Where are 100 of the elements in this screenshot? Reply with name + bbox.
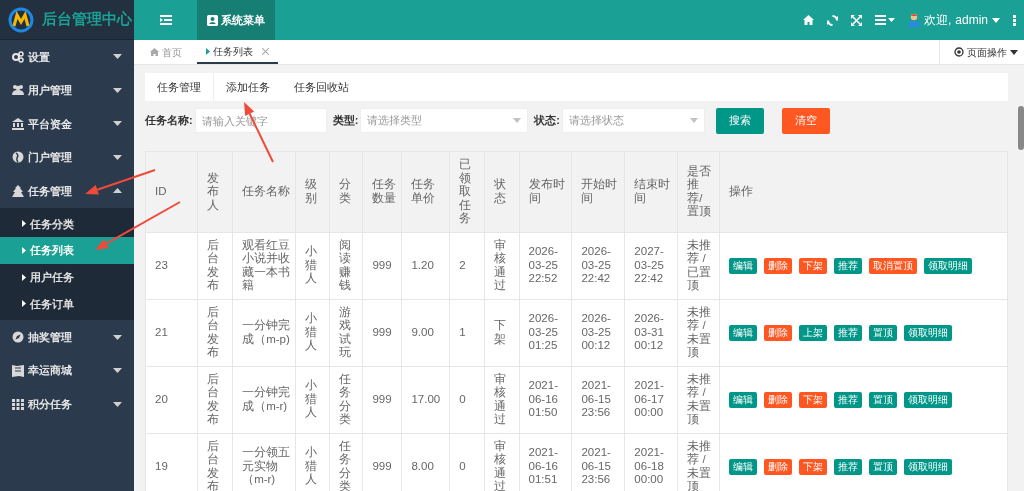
table-cell-text: 20 bbox=[155, 392, 169, 407]
action-button[interactable]: 编辑 bbox=[729, 257, 758, 274]
action-button[interactable]: 领取明细 bbox=[904, 391, 953, 408]
action-button[interactable]: 上架 bbox=[799, 324, 828, 341]
column-header: 发布人 bbox=[206, 171, 220, 212]
refresh-icon bbox=[826, 14, 838, 26]
action-button[interactable]: 置顶 bbox=[869, 324, 898, 341]
action-button[interactable]: 置顶 bbox=[869, 458, 898, 475]
table-cell-text: 0 bbox=[459, 459, 467, 474]
table-cell: 后台发布 bbox=[206, 305, 220, 360]
action-button[interactable]: 编辑 bbox=[729, 324, 758, 341]
globe-icon bbox=[12, 151, 24, 164]
table-cell-text: 2021-06-17 00:00 bbox=[634, 379, 665, 420]
action-button[interactable]: 置顶 bbox=[869, 391, 898, 408]
content-tab[interactable]: 任务管理 bbox=[145, 73, 214, 101]
action-button[interactable]: 推荐 bbox=[834, 458, 863, 475]
table-cell-text: 2021-06-16 01:50 bbox=[528, 379, 559, 420]
action-button[interactable]: 下架 bbox=[799, 391, 828, 408]
action-button[interactable]: 编辑 bbox=[729, 391, 758, 408]
filter-label: 任务名称: bbox=[145, 113, 193, 129]
brand-title: 后台管理中心 bbox=[42, 9, 132, 29]
tree-icon bbox=[12, 184, 24, 197]
system-menu-tab[interactable]: 系统菜单 bbox=[197, 0, 275, 40]
triangle-right-icon bbox=[22, 220, 26, 228]
table-cell-text: 21 bbox=[155, 325, 169, 340]
table-cell-text: 8.00 bbox=[411, 459, 435, 474]
action-button[interactable]: 删除 bbox=[764, 257, 793, 274]
column-header: 级别 bbox=[305, 178, 319, 206]
more-vertical-icon bbox=[1013, 14, 1016, 26]
column-header: 结束时间 bbox=[634, 178, 672, 206]
action-button[interactable]: 删除 bbox=[764, 324, 793, 341]
table-cell-text: 999 bbox=[372, 459, 393, 474]
user-name[interactable]: admin bbox=[955, 11, 988, 29]
sidebar-item[interactable]: 平台资金 bbox=[0, 107, 134, 141]
filter-label: 状态: bbox=[534, 113, 560, 129]
triangle-right-icon bbox=[22, 247, 26, 255]
column-header: ID bbox=[155, 185, 168, 199]
scrollbar-thumb[interactable] bbox=[1018, 106, 1024, 150]
filter-label: 类型: bbox=[332, 113, 359, 129]
gear-icon bbox=[12, 50, 24, 63]
sidebar-item[interactable]: 幸运商城 bbox=[0, 353, 134, 388]
table-cell-text: 0 bbox=[459, 392, 467, 407]
action-button[interactable]: 领取明细 bbox=[904, 324, 953, 341]
table-cell-text: 2026-03-31 00:12 bbox=[634, 312, 665, 353]
table-cell: 小猎人 bbox=[305, 245, 319, 286]
action-button[interactable]: 下架 bbox=[799, 257, 828, 274]
sidebar-item[interactable]: 抽奖管理 bbox=[0, 320, 134, 354]
select-field[interactable]: 请选择类型 bbox=[360, 108, 529, 133]
table-cell-text: 未推荐 / 已置顶 bbox=[687, 238, 713, 293]
page-tab[interactable]: 任务列表 bbox=[197, 40, 278, 64]
action-button[interactable]: 领取明细 bbox=[924, 257, 973, 274]
sidebar-subitem[interactable]: 用户任务 bbox=[0, 263, 134, 291]
table-cell: 任务分类 bbox=[338, 439, 352, 491]
column-header: 任务数量 bbox=[372, 178, 398, 206]
sidebar-subitem[interactable]: 任务列表 bbox=[0, 237, 134, 264]
sidebar-subitem[interactable]: 任务订单 bbox=[0, 290, 134, 318]
sidebar-item[interactable]: 门户管理 bbox=[0, 140, 134, 174]
table-cell: 小猎人 bbox=[305, 379, 319, 420]
sidebar-item[interactable]: 任务管理 bbox=[0, 174, 134, 208]
welcome-text: 欢迎, bbox=[923, 12, 952, 29]
column-header: 是否推荐/置顶 bbox=[687, 164, 713, 219]
page-tab[interactable]: 首页 bbox=[141, 40, 191, 64]
action-button[interactable]: 下架 bbox=[799, 458, 828, 475]
triangle-right-icon bbox=[206, 47, 210, 55]
table-cell-text: 999 bbox=[372, 258, 393, 273]
action-button[interactable]: 删除 bbox=[764, 391, 793, 408]
logo-icon bbox=[8, 6, 34, 33]
table-cell-text: 19 bbox=[155, 459, 169, 474]
action-button[interactable]: 编辑 bbox=[729, 458, 758, 475]
content-tab[interactable]: 任务回收站 bbox=[282, 73, 361, 101]
sidebar-item[interactable]: 积分任务 bbox=[0, 387, 134, 421]
sidebar-item[interactable]: 设置 bbox=[0, 40, 134, 74]
table-cell: 阅读赚钱 bbox=[338, 238, 352, 293]
column-header: 任务单价 bbox=[411, 178, 437, 206]
table-cell: 后台发布 bbox=[206, 439, 220, 491]
select-field[interactable]: 请选择状态 bbox=[562, 108, 705, 133]
table-cell: 后台发布 bbox=[206, 238, 220, 293]
sidebar-item[interactable]: 用户管理 bbox=[0, 73, 134, 107]
action-button[interactable]: 取消置顶 bbox=[869, 257, 918, 274]
home-icon bbox=[802, 15, 814, 25]
users-icon bbox=[12, 84, 24, 97]
table-cell-text: 9.00 bbox=[411, 325, 435, 340]
page-actions-button[interactable]: 页面操作 bbox=[939, 40, 1024, 64]
action-button[interactable]: 推荐 bbox=[834, 391, 863, 408]
table-cell-text: 1 bbox=[459, 325, 467, 340]
target-icon bbox=[954, 47, 964, 57]
table-cell: 审核通过 bbox=[493, 238, 507, 293]
grid-icon bbox=[12, 398, 24, 410]
content-tab[interactable]: 添加任务 bbox=[214, 73, 282, 101]
action-button[interactable]: 删除 bbox=[764, 458, 793, 475]
action-button[interactable]: 领取明细 bbox=[904, 458, 953, 475]
caret-icon bbox=[992, 17, 1000, 23]
action-button[interactable]: 推荐 bbox=[834, 257, 863, 274]
action-button[interactable]: 推荐 bbox=[834, 324, 863, 341]
table-cell-text: 2021-06-15 23:56 bbox=[581, 379, 612, 420]
clear-button[interactable]: 清空 bbox=[782, 107, 830, 134]
table-cell: 下架 bbox=[493, 319, 507, 346]
search-button[interactable]: 搜索 bbox=[716, 107, 764, 134]
table-cell: 小猎人 bbox=[305, 446, 319, 487]
sidebar-subitem[interactable]: 任务分类 bbox=[0, 210, 134, 238]
